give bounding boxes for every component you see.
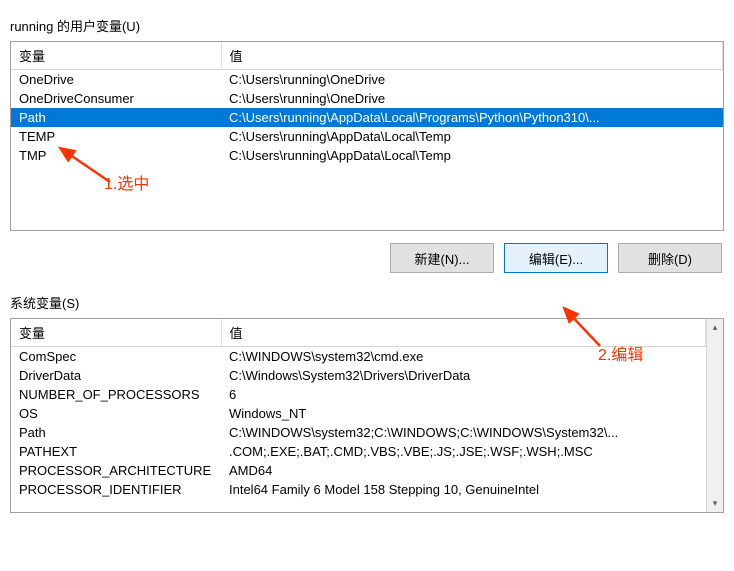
user-vars-table-container: 变量 值 OneDrive C:\Users\running\OneDrive … — [10, 41, 724, 231]
var-value: .COM;.EXE;.BAT;.CMD;.VBS;.VBE;.JS;.JSE;.… — [221, 442, 706, 461]
var-name: OneDrive — [11, 70, 221, 90]
var-value: C:\Users\running\AppData\Local\Temp — [221, 146, 723, 165]
table-row[interactable]: PROCESSOR_ARCHITECTURE AMD64 — [11, 461, 706, 480]
var-name: Path — [11, 423, 221, 442]
var-name: ComSpec — [11, 347, 221, 367]
system-vars-table[interactable]: 变量 值 ComSpec C:\WINDOWS\system32\cmd.exe… — [11, 319, 706, 499]
var-value: C:\WINDOWS\system32\cmd.exe — [221, 347, 706, 367]
delete-button[interactable]: 删除(D) — [618, 243, 722, 273]
var-name: OS — [11, 404, 221, 423]
table-row[interactable]: OneDrive C:\Users\running\OneDrive — [11, 70, 723, 90]
var-name: PROCESSOR_IDENTIFIER — [11, 480, 221, 499]
scroll-up-icon[interactable]: ▴ — [707, 319, 723, 336]
system-vars-table-container: 变量 值 ComSpec C:\WINDOWS\system32\cmd.exe… — [10, 318, 724, 513]
var-value: Intel64 Family 6 Model 158 Stepping 10, … — [221, 480, 706, 499]
table-row[interactable]: DriverData C:\Windows\System32\Drivers\D… — [11, 366, 706, 385]
table-row-selected[interactable]: Path C:\Users\running\AppData\Local\Prog… — [11, 108, 723, 127]
system-vars-scrollbar[interactable]: ▴ ▾ — [706, 319, 723, 512]
var-value: C:\Users\running\OneDrive — [221, 70, 723, 90]
sys-col-header-name[interactable]: 变量 — [11, 319, 221, 347]
table-row[interactable]: TEMP C:\Users\running\AppData\Local\Temp — [11, 127, 723, 146]
var-name: OneDriveConsumer — [11, 89, 221, 108]
var-name: TEMP — [11, 127, 221, 146]
user-vars-label: running 的用户变量(U) — [10, 16, 724, 35]
var-name: PATHEXT — [11, 442, 221, 461]
table-row[interactable]: PATHEXT .COM;.EXE;.BAT;.CMD;.VBS;.VBE;.J… — [11, 442, 706, 461]
table-row[interactable]: Path C:\WINDOWS\system32;C:\WINDOWS;C:\W… — [11, 423, 706, 442]
var-name: PROCESSOR_ARCHITECTURE — [11, 461, 221, 480]
var-name: TMP — [11, 146, 221, 165]
var-name: DriverData — [11, 366, 221, 385]
var-value: C:\WINDOWS\system32;C:\WINDOWS;C:\WINDOW… — [221, 423, 706, 442]
var-name: NUMBER_OF_PROCESSORS — [11, 385, 221, 404]
user-vars-button-row: 新建(N)... 编辑(E)... 删除(D) — [10, 243, 724, 273]
var-value: AMD64 — [221, 461, 706, 480]
table-row[interactable]: PROCESSOR_IDENTIFIER Intel64 Family 6 Mo… — [11, 480, 706, 499]
table-row[interactable]: ComSpec C:\WINDOWS\system32\cmd.exe — [11, 347, 706, 367]
edit-button[interactable]: 编辑(E)... — [504, 243, 608, 273]
scroll-down-icon[interactable]: ▾ — [707, 495, 723, 512]
var-value: C:\Users\running\AppData\Local\Temp — [221, 127, 723, 146]
table-row[interactable]: OS Windows_NT — [11, 404, 706, 423]
user-vars-table[interactable]: 变量 值 OneDrive C:\Users\running\OneDrive … — [11, 42, 723, 165]
sys-col-header-value[interactable]: 值 — [221, 319, 706, 347]
user-col-header-value[interactable]: 值 — [221, 42, 723, 70]
var-value: C:\Windows\System32\Drivers\DriverData — [221, 366, 706, 385]
var-name: Path — [11, 108, 221, 127]
var-value: Windows_NT — [221, 404, 706, 423]
table-row[interactable]: OneDriveConsumer C:\Users\running\OneDri… — [11, 89, 723, 108]
var-value: C:\Users\running\AppData\Local\Programs\… — [221, 108, 723, 127]
var-value: 6 — [221, 385, 706, 404]
table-row[interactable]: NUMBER_OF_PROCESSORS 6 — [11, 385, 706, 404]
var-value: C:\Users\running\OneDrive — [221, 89, 723, 108]
user-col-header-name[interactable]: 变量 — [11, 42, 221, 70]
system-vars-label: 系统变量(S) — [10, 293, 724, 312]
table-row[interactable]: TMP C:\Users\running\AppData\Local\Temp — [11, 146, 723, 165]
scroll-track[interactable] — [707, 336, 723, 495]
new-button[interactable]: 新建(N)... — [390, 243, 494, 273]
